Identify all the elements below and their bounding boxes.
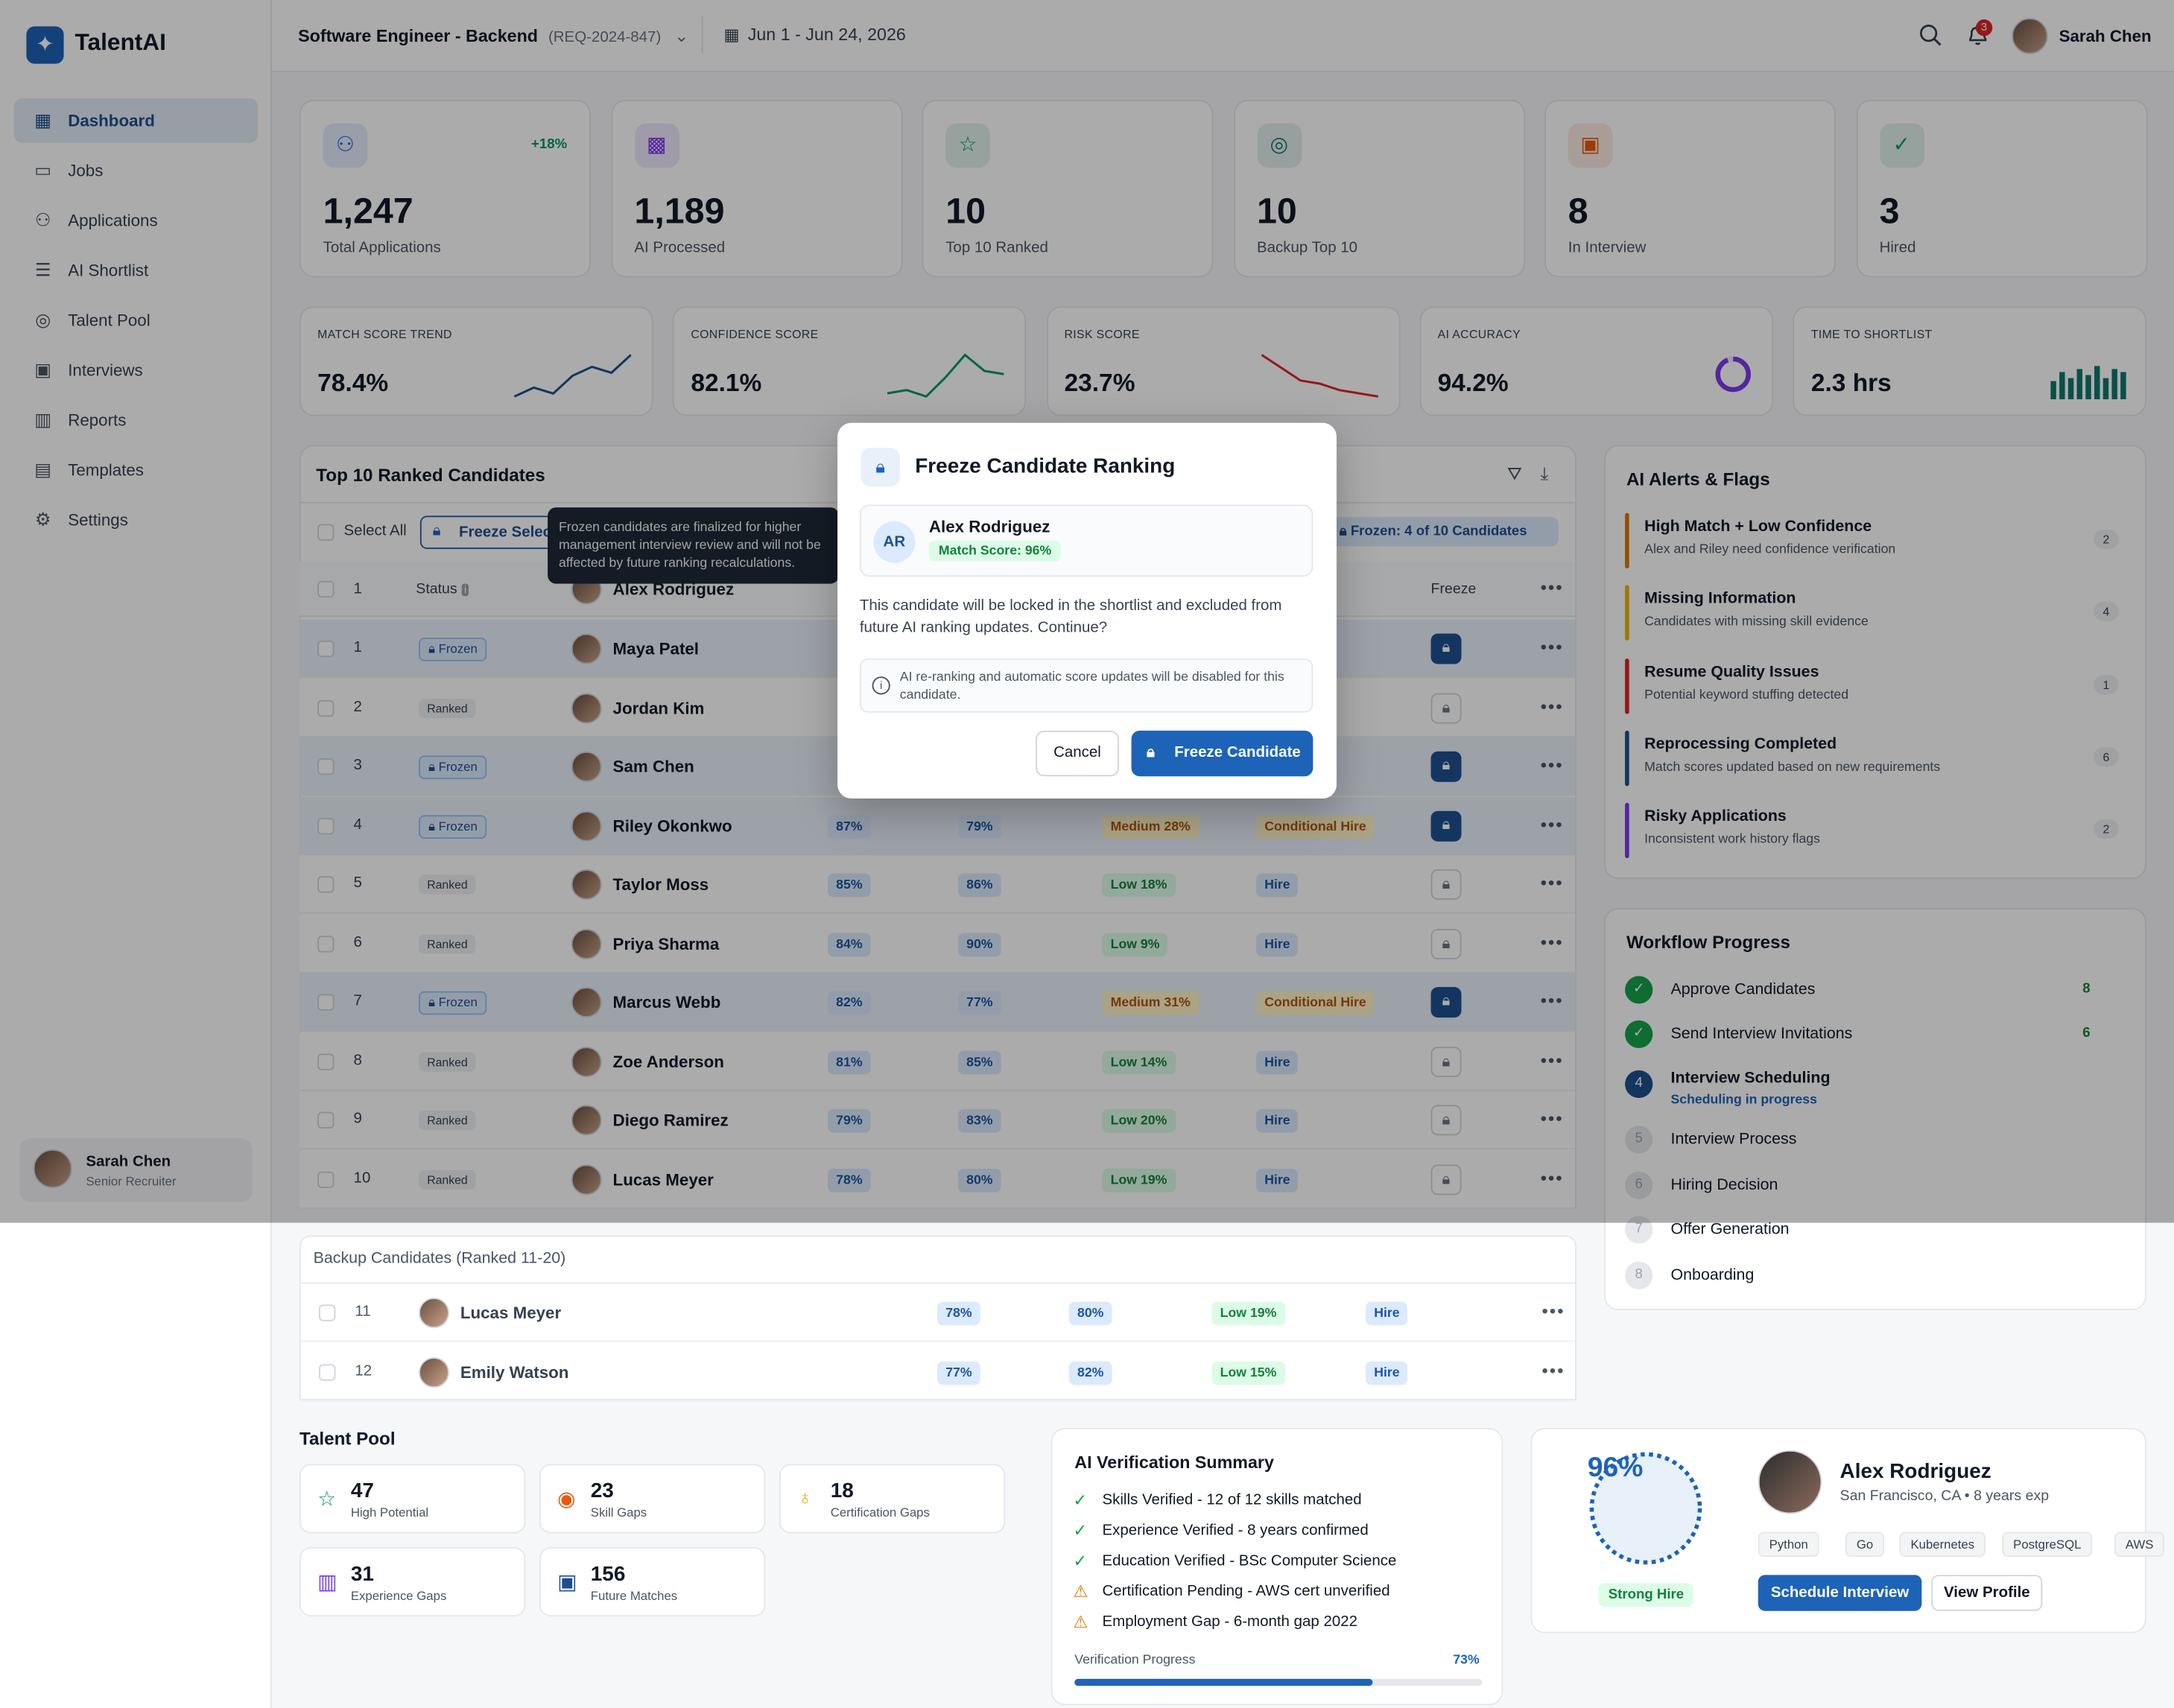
app-root: ✦ TalentAI Sarah Chen Senior Recruiter ▦… xyxy=(0,0,2174,1708)
row-rank: 12 xyxy=(355,1362,373,1379)
talent-pool-value: 31 xyxy=(350,1562,374,1587)
talent-pool-title: Talent Pool xyxy=(299,1428,396,1449)
verification-progress-fill xyxy=(1074,1678,1372,1686)
verification-item: ✓ Skills Verified - 12 of 12 skills match… xyxy=(1073,1490,1489,1516)
modal-info-box: i AI re-ranking and automatic score upda… xyxy=(859,658,1313,713)
skill-tag: Python xyxy=(1758,1531,1819,1558)
freeze-candidate-button[interactable]: 🔒︎ Freeze Candidate xyxy=(1131,730,1313,777)
verification-progress-label: Verification Progress xyxy=(1074,1652,1196,1669)
talent-pool-value: 47 xyxy=(350,1479,374,1503)
schedule-interview-button[interactable]: Schedule Interview xyxy=(1758,1575,1922,1611)
match-score: 78% xyxy=(937,1301,980,1326)
confidence-score: 80% xyxy=(1068,1301,1112,1326)
award-icon: ♁ xyxy=(797,1486,814,1510)
info-icon: i xyxy=(872,676,890,695)
avatar xyxy=(1758,1450,1822,1514)
verification-title: AI Verification Summary xyxy=(1074,1453,1274,1473)
candidate-profile-card: 96% Strong Hire Alex Rodriguez San Franc… xyxy=(1530,1428,2165,1634)
lock-icon: 🔒︎ xyxy=(861,448,900,487)
match-score: 77% xyxy=(937,1360,980,1385)
talent-pool-card[interactable]: ♁ 18 Certification Gaps xyxy=(779,1464,1006,1534)
verification-item: ✓ Experience Verified - 8 years confirmed xyxy=(1073,1521,1489,1546)
row-checkbox[interactable] xyxy=(319,1304,336,1321)
skill-tag: AWS xyxy=(2114,1531,2165,1558)
recommendation-badge: Hire xyxy=(1366,1360,1408,1385)
cancel-button[interactable]: Cancel xyxy=(1036,730,1119,777)
freeze-modal: 🔒︎ Freeze Candidate Ranking AR Alex Rodr… xyxy=(837,422,1337,799)
skill-tag: PostgreSQL xyxy=(2002,1531,2093,1558)
recommendation-badge: Hire xyxy=(1366,1301,1408,1326)
row-checkbox[interactable] xyxy=(319,1363,336,1380)
backup-table: Backup Candidates (Ranked 11-20) 11 Lucas… xyxy=(299,1235,1576,1401)
profile-score: 96% xyxy=(1587,1453,1644,1484)
target-icon: ◉ xyxy=(557,1488,576,1511)
star-icon: ☆ xyxy=(317,1488,337,1511)
confidence-score: 82% xyxy=(1068,1360,1112,1385)
avatar xyxy=(419,1298,449,1329)
modal-candidate-name: Alex Rodriguez xyxy=(928,517,1050,537)
verification-item: ⚠ Employment Gap - 6-month gap 2022 xyxy=(1073,1613,1489,1638)
warning-icon: ⚠ xyxy=(1073,1581,1088,1601)
talent-pool-card[interactable]: ▥ 31 Experience Gaps xyxy=(299,1547,526,1617)
verification-item: ✓ Education Verified - BSc Computer Scien… xyxy=(1073,1552,1489,1577)
talent-pool-value: 156 xyxy=(590,1562,626,1587)
talent-pool-label: Future Matches xyxy=(590,1588,678,1603)
verification-item: ⚠ Certification Pending - AWS cert unveri… xyxy=(1073,1582,1489,1607)
verification-text: Employment Gap - 6-month gap 2022 xyxy=(1102,1613,1358,1631)
verdict-badge: Strong Hire xyxy=(1598,1583,1694,1607)
modal-title: Freeze Candidate Ranking xyxy=(915,454,1176,479)
verification-progress-track xyxy=(1074,1678,1483,1686)
warning-icon: ⚠ xyxy=(1073,1612,1088,1632)
verification-text: Skills Verified - 12 of 12 skills matche… xyxy=(1102,1491,1362,1508)
workflow-step[interactable]: 8 Onboarding xyxy=(1625,1261,2124,1292)
verification-text: Certification Pending - AWS cert unverif… xyxy=(1102,1583,1390,1600)
profile-meta: San Francisco, CA • 8 years exp xyxy=(1839,1488,2050,1505)
calendar-icon: ▣ xyxy=(557,1570,577,1595)
risk-badge: Low 19% xyxy=(1211,1301,1285,1326)
backup-title: Backup Candidates (Ranked 11-20) xyxy=(313,1250,566,1268)
row-rank: 11 xyxy=(355,1303,371,1320)
talent-pool-value: 23 xyxy=(590,1479,614,1503)
lock-icon: 🔒︎ xyxy=(1147,744,1155,761)
check-circle-icon: ✓ xyxy=(1073,1490,1088,1510)
workflow-step-label: Onboarding xyxy=(1670,1267,1755,1284)
view-profile-button[interactable]: View Profile xyxy=(1931,1575,2043,1611)
talent-pool-card[interactable]: ▣ 156 Future Matches xyxy=(539,1547,766,1617)
risk-badge: Low 15% xyxy=(1211,1360,1285,1385)
talent-pool-card[interactable]: ◉ 23 Skill Gaps xyxy=(539,1464,766,1534)
talent-pool-label: High Potential xyxy=(350,1505,429,1520)
candidate-initials: AR xyxy=(873,521,916,563)
more-icon[interactable]: ••• xyxy=(1541,1359,1565,1380)
table-row[interactable]: 11 Lucas Meyer 78% 80% Low 19% Hire ••• xyxy=(300,1283,1576,1342)
modal-body: This candidate will be locked in the sho… xyxy=(859,597,1282,637)
verification-progress-value: 73% xyxy=(1453,1652,1480,1669)
check-circle-icon: ✓ xyxy=(1073,1551,1088,1571)
bar-chart-icon: ▥ xyxy=(317,1570,337,1595)
verification-text: Experience Verified - 8 years confirmed xyxy=(1102,1522,1369,1539)
talent-pool-label: Certification Gaps xyxy=(830,1505,930,1520)
verification-text: Education Verified - BSc Computer Scienc… xyxy=(1102,1552,1397,1569)
profile-name: Alex Rodriguez xyxy=(1839,1459,1991,1484)
avatar xyxy=(419,1356,449,1388)
skill-tag: Kubernetes xyxy=(1899,1531,1986,1558)
skill-tag: Go xyxy=(1845,1531,1885,1558)
modal-candidate-card: AR Alex Rodriguez Match Score: 96% xyxy=(859,504,1313,577)
modal-info-text: AI re-ranking and automatic score update… xyxy=(899,669,1284,703)
check-circle-icon: ✓ xyxy=(1073,1520,1088,1540)
freeze-candidate-label: Freeze Candidate xyxy=(1174,744,1301,761)
talent-pool-card[interactable]: ☆ 47 High Potential xyxy=(299,1464,526,1534)
workflow-step-label: Offer Generation xyxy=(1670,1221,1790,1239)
table-row[interactable]: 12 Emily Watson 77% 82% Low 15% Hire ••• xyxy=(300,1343,1576,1401)
candidate-name[interactable]: Emily Watson xyxy=(460,1362,569,1382)
talent-pool-value: 18 xyxy=(830,1479,854,1503)
more-icon[interactable]: ••• xyxy=(1541,1301,1565,1321)
modal-match-score: Match Score: 96% xyxy=(928,540,1062,562)
talent-pool-label: Skill Gaps xyxy=(590,1505,647,1520)
talent-pool-label: Experience Gaps xyxy=(350,1588,447,1603)
step-number: 8 xyxy=(1625,1261,1653,1289)
candidate-name[interactable]: Lucas Meyer xyxy=(460,1304,561,1323)
